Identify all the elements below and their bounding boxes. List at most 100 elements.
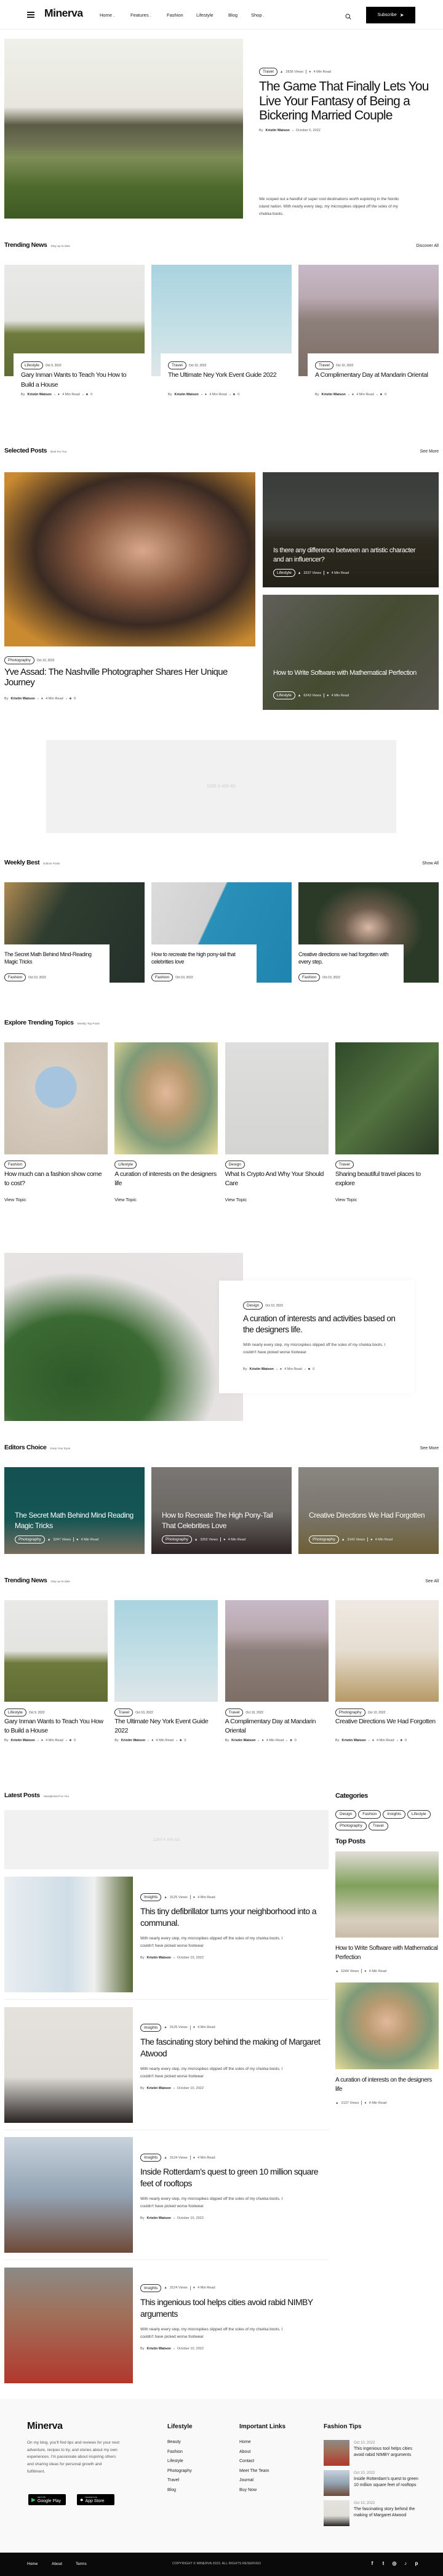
editors-card[interactable]: How to Recreate The High Pony-Tail That … xyxy=(151,1467,292,1554)
post-title[interactable]: How to recreate the high pony-tail that … xyxy=(151,951,253,965)
footer-link[interactable]: Beauty xyxy=(167,2440,181,2444)
tip-thumbnail[interactable] xyxy=(324,2440,349,2466)
topic-title[interactable]: How much can a fashion show come to cost… xyxy=(4,1170,106,1188)
category-tag[interactable]: Insights xyxy=(140,2284,162,2292)
feature-image[interactable] xyxy=(4,1253,243,1421)
view-topic-link[interactable]: View Topic xyxy=(335,1197,357,1202)
author-name[interactable]: Kristin Watson xyxy=(341,1739,365,1742)
author-name[interactable]: Kristin Watson xyxy=(147,2347,171,2351)
category-tag[interactable]: Photography xyxy=(15,1536,45,1544)
google-play-badge[interactable]: ▶ GET IT ON Google Play xyxy=(28,2494,66,2505)
editors-card[interactable]: The Secret Math Behind Mind Reading Magi… xyxy=(4,1467,145,1554)
tip-title[interactable]: The fascinating story behind the making … xyxy=(354,2506,418,2519)
footer-logo[interactable]: Minerva xyxy=(27,2421,63,2432)
author-name[interactable]: Kristin Watson xyxy=(175,393,199,396)
post-title[interactable]: Creative Directions We Had Forgotten xyxy=(335,1717,437,1726)
feature-title[interactable]: A curation of interests and activities b… xyxy=(243,1313,403,1335)
author-name[interactable]: Kristin Watson xyxy=(147,1956,171,1960)
post-title[interactable]: Is there any difference between an artis… xyxy=(273,546,421,565)
nav-item[interactable]: Lifestyle xyxy=(196,12,214,18)
post-title[interactable]: The Secret Math Behind Mind Reading Magi… xyxy=(15,1510,141,1531)
category-tag[interactable]: Lifestyle xyxy=(273,569,295,577)
author-name[interactable]: Kristin Watson xyxy=(322,393,346,396)
post-title[interactable]: Gary Inman Wants to Teach You How to Bui… xyxy=(21,371,141,390)
category-tag[interactable]: Design xyxy=(243,1302,263,1310)
footer-link[interactable]: Journal xyxy=(239,2478,253,2482)
tip-thumbnail[interactable] xyxy=(324,2470,349,2496)
main-post-image[interactable] xyxy=(4,472,255,646)
tip-thumbnail[interactable] xyxy=(324,2500,349,2526)
post-title[interactable]: The Ultimate Ney York Event Guide 2022 xyxy=(168,371,288,380)
category-tag[interactable]: Photography xyxy=(335,1709,365,1717)
footer-link[interactable]: Home xyxy=(239,2440,251,2444)
facebook-icon[interactable]: f xyxy=(369,2561,375,2567)
app-store-badge[interactable]: ● Download on the App Store xyxy=(77,2494,114,2505)
topic-image[interactable] xyxy=(335,1042,439,1154)
editors-card[interactable]: Creative Directions We Had Forgotten Phot… xyxy=(298,1467,439,1554)
category-tag[interactable]: Travel xyxy=(259,68,277,76)
topic-image[interactable] xyxy=(225,1042,329,1154)
tiktok-icon[interactable]: ♪ xyxy=(402,2561,409,2567)
category-tag[interactable]: Fashion xyxy=(358,1810,381,1819)
category-tag[interactable]: Lifestyle xyxy=(273,691,295,699)
post-title[interactable]: How to Recreate The High Pony-Tail That … xyxy=(162,1510,288,1531)
category-tag[interactable]: Photography xyxy=(335,1822,367,1830)
top-post-image[interactable] xyxy=(335,1982,439,2069)
post-image[interactable] xyxy=(4,1877,133,1992)
author-name[interactable]: Kristin Watson xyxy=(266,129,290,132)
category-tag[interactable]: Fashion xyxy=(151,973,174,981)
author-name[interactable]: Kristin Watson xyxy=(28,393,52,396)
category-tag[interactable]: Travel xyxy=(335,1161,354,1169)
topic-title[interactable]: Sharing beautiful travel places to explo… xyxy=(335,1170,437,1188)
post-title[interactable]: This ingenious tool helps cities avoid r… xyxy=(140,2296,331,2320)
tip-title[interactable]: Inside Rotterdam’s quest to green 10 mil… xyxy=(354,2476,418,2489)
footer-link[interactable]: About xyxy=(239,2450,250,2454)
menu-icon[interactable] xyxy=(27,12,34,18)
subscribe-button[interactable]: Subscribe ➤ xyxy=(366,7,415,23)
view-topic-link[interactable]: View Topic xyxy=(4,1197,26,1202)
post-image[interactable] xyxy=(114,1600,218,1702)
post-title[interactable]: Creative directions we had forgotten wit… xyxy=(298,951,400,965)
category-tag[interactable]: Travel xyxy=(225,1709,244,1717)
section-link[interactable]: Discover All xyxy=(416,244,439,248)
nav-item[interactable]: Shop⌄ xyxy=(251,12,265,18)
category-tag[interactable]: Lifestyle xyxy=(21,361,43,369)
post-image[interactable] xyxy=(4,2267,133,2383)
category-tag[interactable]: Lifestyle xyxy=(407,1810,431,1819)
author-name[interactable]: Kristin Watson xyxy=(11,1739,35,1742)
section-link[interactable]: See All xyxy=(425,1579,439,1584)
twitter-icon[interactable]: t xyxy=(380,2561,386,2567)
author-name[interactable]: Kristin Watson xyxy=(250,1367,274,1371)
post-image[interactable] xyxy=(225,1600,329,1702)
category-tag[interactable]: Insights xyxy=(140,1893,162,1901)
top-post-image[interactable] xyxy=(335,1851,439,1938)
author-name[interactable]: Kristin Watson xyxy=(231,1739,255,1742)
top-post-title[interactable]: A curation of interests on the designers… xyxy=(335,2075,439,2094)
post-title[interactable]: The fascinating story behind the making … xyxy=(140,2036,331,2059)
post-image[interactable] xyxy=(4,1600,108,1702)
post-title[interactable]: How to Write Software with Mathematical … xyxy=(273,669,421,678)
category-tag[interactable]: Travel xyxy=(168,361,186,369)
hero-image[interactable] xyxy=(4,39,243,219)
instagram-icon[interactable]: ◎ xyxy=(391,2561,397,2567)
footer-link[interactable]: Buy Now xyxy=(239,2488,257,2492)
category-tag[interactable]: Insights xyxy=(140,2154,162,2162)
footer-link[interactable]: Blog xyxy=(167,2488,176,2492)
post-title[interactable]: Gary Inman Wants to Teach You How to Bui… xyxy=(4,1717,106,1736)
post-image[interactable] xyxy=(335,1600,439,1702)
main-post-title[interactable]: Yve Assad: The Nashville Photographer Sh… xyxy=(4,667,250,688)
category-tag[interactable]: Design xyxy=(335,1810,357,1819)
top-post-title[interactable]: How to Write Software with Mathematical … xyxy=(335,1944,439,1962)
bottom-link[interactable]: About xyxy=(52,2562,62,2566)
author-name[interactable]: Kristin Watson xyxy=(147,2087,171,2090)
post-title[interactable]: Inside Rotterdam’s quest to green 10 mil… xyxy=(140,2166,331,2189)
search-icon[interactable] xyxy=(345,12,351,20)
post-image[interactable] xyxy=(4,2006,133,2123)
category-tag[interactable]: Lifestyle xyxy=(4,1709,26,1717)
category-tag[interactable]: Insights xyxy=(383,1810,405,1819)
topic-title[interactable]: A curation of interests on the designers… xyxy=(114,1170,217,1188)
tip-title[interactable]: This ingenious tool helps cities avoid r… xyxy=(354,2446,418,2458)
side-post-card[interactable]: Is there any difference between an artis… xyxy=(263,472,439,587)
post-title[interactable]: The Ultimate Ney York Event Guide 2022 xyxy=(114,1717,217,1736)
footer-link[interactable]: Lifestyle xyxy=(167,2459,183,2463)
